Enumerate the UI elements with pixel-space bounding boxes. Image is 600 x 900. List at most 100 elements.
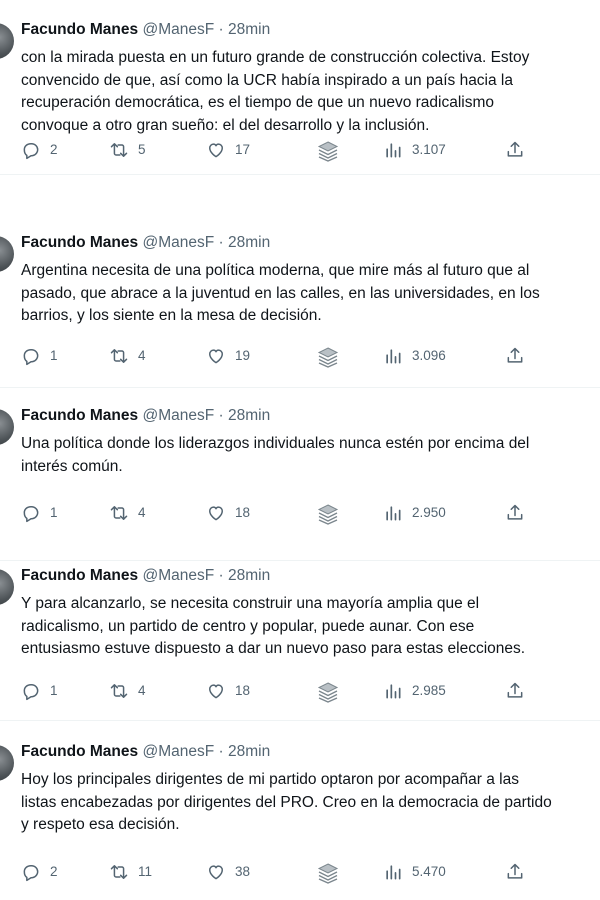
heart-icon: [206, 346, 226, 366]
views-count: 5.470: [412, 864, 446, 879]
tweet-timestamp[interactable]: 28min: [228, 234, 270, 251]
tweet-text: con la mirada puesta en un futuro grande…: [21, 47, 600, 137]
tweet-actions: 2 5 17 3.107: [0, 139, 600, 162]
like-count: 17: [235, 142, 251, 157]
reply-count: 2: [50, 142, 58, 157]
retweet-count: 5: [138, 142, 146, 157]
tweet-header: Facundo Manes @ManesF · 28min: [21, 20, 270, 40]
retweet-button[interactable]: 4: [109, 502, 146, 524]
share-button[interactable]: [505, 861, 525, 883]
views-chart-icon: [383, 862, 403, 882]
retweet-icon: [109, 503, 129, 523]
tweet-text: Una política donde los liderazgos indivi…: [21, 433, 600, 478]
like-count: 18: [235, 683, 251, 698]
share-button[interactable]: [505, 502, 525, 524]
author-name[interactable]: Facundo Manes: [21, 407, 138, 424]
tweet[interactable]: Facundo Manes @ManesF · 28min Argentina …: [0, 213, 600, 388]
share-button[interactable]: [505, 139, 525, 161]
avatar[interactable]: [0, 409, 14, 445]
like-button[interactable]: 19: [206, 345, 250, 367]
like-count: 19: [235, 348, 251, 363]
tweet-actions: 2 11 38 5.470: [0, 861, 600, 884]
views-button[interactable]: 2.985: [383, 680, 446, 702]
author-name[interactable]: Facundo Manes: [21, 567, 138, 584]
reply-icon: [21, 346, 41, 366]
like-button[interactable]: 18: [206, 502, 250, 524]
like-button[interactable]: 18: [206, 680, 250, 702]
like-count: 18: [235, 505, 251, 520]
reply-button[interactable]: 1: [21, 502, 58, 524]
stack-button[interactable]: [316, 861, 339, 884]
avatar[interactable]: [0, 23, 14, 59]
retweet-icon: [109, 346, 129, 366]
tweet[interactable]: Facundo Manes @ManesF · 28min Una políti…: [0, 386, 600, 561]
avatar[interactable]: [0, 569, 14, 605]
reply-button[interactable]: 1: [21, 680, 58, 702]
tweet-text-line: convoque a otro gran sueño: el del desar…: [21, 116, 430, 134]
reply-button[interactable]: 2: [21, 139, 58, 161]
retweet-button[interactable]: 11: [109, 861, 152, 883]
author-name[interactable]: Facundo Manes: [21, 21, 138, 38]
layers-icon: [316, 346, 339, 368]
share-button[interactable]: [505, 680, 525, 702]
retweet-count: 4: [138, 505, 146, 520]
avatar[interactable]: [0, 745, 14, 781]
stack-button[interactable]: [316, 502, 339, 525]
views-button[interactable]: 5.470: [383, 861, 446, 883]
author-name[interactable]: Facundo Manes: [21, 234, 138, 251]
retweet-button[interactable]: 4: [109, 345, 146, 367]
reply-icon: [21, 503, 41, 523]
share-icon: [505, 681, 525, 701]
reply-button[interactable]: 2: [21, 861, 58, 883]
tweet-timestamp[interactable]: 28min: [228, 743, 270, 760]
stack-button[interactable]: [316, 680, 339, 703]
layers-icon: [316, 503, 339, 525]
tweet[interactable]: Facundo Manes @ManesF · 28min Y para alc…: [0, 546, 600, 721]
views-chart-icon: [383, 140, 403, 160]
views-button[interactable]: 3.107: [383, 139, 446, 161]
share-icon: [505, 346, 525, 366]
header-separator: ·: [218, 21, 224, 38]
retweet-button[interactable]: 5: [109, 139, 146, 161]
tweet-text-line: convencido de que, así como la UCR había…: [21, 71, 513, 89]
views-button[interactable]: 3.096: [383, 345, 446, 367]
tweet-actions: 1 4 18 2.950: [0, 502, 600, 525]
tweet-header: Facundo Manes @ManesF · 28min: [21, 566, 270, 586]
tweet-text-line: pasado, que abrace a la juventud en las …: [21, 284, 540, 302]
share-button[interactable]: [505, 345, 525, 367]
tweet-timestamp[interactable]: 28min: [228, 407, 270, 424]
reply-button[interactable]: 1: [21, 345, 58, 367]
tweet-timestamp[interactable]: 28min: [228, 567, 270, 584]
author-handle[interactable]: @ManesF: [142, 21, 214, 38]
author-handle[interactable]: @ManesF: [142, 567, 214, 584]
stack-button[interactable]: [316, 139, 339, 162]
tweet-header: Facundo Manes @ManesF · 28min: [21, 233, 270, 253]
tweet-actions: 1 4 18 2.985: [0, 680, 600, 703]
views-chart-icon: [383, 503, 403, 523]
tweet[interactable]: Facundo Manes @ManesF · 28min Hoy los pr…: [0, 722, 600, 900]
views-button[interactable]: 2.950: [383, 502, 446, 524]
author-handle[interactable]: @ManesF: [142, 407, 214, 424]
header-separator: ·: [218, 234, 224, 251]
layers-icon: [316, 140, 339, 162]
layers-icon: [316, 862, 339, 884]
author-handle[interactable]: @ManesF: [142, 234, 214, 251]
avatar[interactable]: [0, 236, 14, 272]
tweet-timestamp[interactable]: 28min: [228, 21, 270, 38]
tweet-text: Y para alcanzarlo, se necesita construir…: [21, 593, 600, 661]
heart-icon: [206, 140, 226, 160]
retweet-count: 11: [138, 864, 153, 879]
like-button[interactable]: 17: [206, 139, 250, 161]
tweet[interactable]: Facundo Manes @ManesF · 28min con la mir…: [0, 0, 600, 175]
author-name[interactable]: Facundo Manes: [21, 743, 138, 760]
reply-count: 1: [50, 348, 58, 363]
stack-button[interactable]: [316, 345, 339, 368]
reply-count: 1: [50, 505, 58, 520]
author-handle[interactable]: @ManesF: [142, 743, 214, 760]
layers-icon: [316, 681, 339, 703]
tweet-text-line: Hoy los principales dirigentes de mi par…: [21, 771, 519, 788]
like-button[interactable]: 38: [206, 861, 250, 883]
share-icon: [505, 862, 525, 882]
views-count: 2.985: [412, 683, 446, 698]
retweet-button[interactable]: 4: [109, 680, 146, 702]
